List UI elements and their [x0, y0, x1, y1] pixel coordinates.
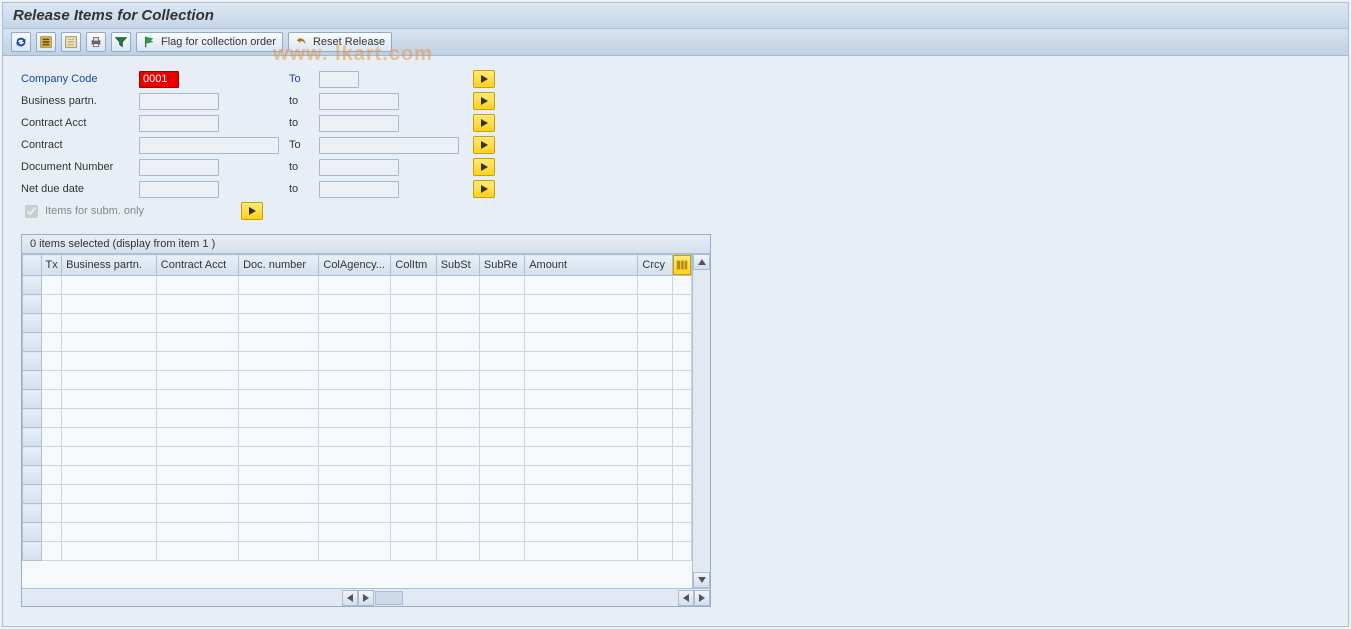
sel-low-input-1[interactable] [139, 93, 219, 110]
grid-col-7[interactable]: SubSt [436, 255, 479, 276]
sel-label-5: Net due date [21, 183, 139, 195]
table-row[interactable] [23, 390, 692, 409]
grid-col-3[interactable]: Contract Acct [156, 255, 238, 276]
grid-col-8[interactable]: SubRe [479, 255, 524, 276]
sel-to-label-4: to [289, 161, 319, 173]
deselect-all-icon[interactable] [61, 32, 81, 52]
table-row[interactable] [23, 428, 692, 447]
table-row[interactable] [23, 371, 692, 390]
items-subm-only-opt-button[interactable] [241, 202, 263, 220]
select-all-icon[interactable] [36, 32, 56, 52]
table-row[interactable] [23, 523, 692, 542]
sel-high-input-1[interactable] [319, 93, 399, 110]
multiple-selection-button-2[interactable] [473, 114, 495, 132]
scroll-right2-icon[interactable] [694, 590, 710, 606]
flag-icon [143, 35, 157, 49]
table-row[interactable] [23, 352, 692, 371]
multiple-selection-button-4[interactable] [473, 158, 495, 176]
grid-col-6[interactable]: ColItm [391, 255, 436, 276]
grid-table[interactable]: TxBusiness partn.Contract AcctDoc. numbe… [22, 254, 692, 561]
grid-caption: 0 items selected (display from item 1 ) [22, 235, 710, 254]
table-row[interactable] [23, 485, 692, 504]
table-row[interactable] [23, 295, 692, 314]
sel-low-input-2[interactable] [139, 115, 219, 132]
sel-high-input-5[interactable] [319, 181, 399, 198]
scroll-up-icon[interactable] [693, 254, 710, 270]
grid-col-9[interactable]: Amount [525, 255, 638, 276]
items-grid: 0 items selected (display from item 1 ) … [21, 234, 711, 607]
toolbar: Flag for collection order Reset Release [3, 29, 1348, 56]
sel-to-label-2: to [289, 117, 319, 129]
filter-icon[interactable] [111, 32, 131, 52]
table-row[interactable] [23, 504, 692, 523]
table-row[interactable] [23, 409, 692, 428]
table-row[interactable] [23, 542, 692, 561]
multiple-selection-button-3[interactable] [473, 136, 495, 154]
sel-to-label-5: to [289, 183, 319, 195]
scroll-left2-icon[interactable] [678, 590, 694, 606]
sel-low-input-4[interactable] [139, 159, 219, 176]
horizontal-scrollbar[interactable] [22, 588, 710, 606]
sel-to-label-1: to [289, 95, 319, 107]
selection-block: Company Code To Business partn. to Contract … [3, 56, 1348, 228]
flag-collection-label: Flag for collection order [161, 36, 276, 48]
sel-label-0: Company Code [21, 73, 139, 85]
sel-high-input-3[interactable] [319, 137, 459, 154]
grid-col-5[interactable]: ColAgency... [319, 255, 391, 276]
grid-config-icon[interactable] [673, 255, 691, 275]
sel-label-4: Document Number [21, 161, 139, 173]
sel-label-2: Contract Acct [21, 117, 139, 129]
undo-icon [295, 35, 309, 49]
vertical-scrollbar[interactable] [692, 254, 710, 588]
sel-label-1: Business partn. [21, 95, 139, 107]
print-icon[interactable] [86, 32, 106, 52]
multiple-selection-button-0[interactable] [473, 70, 495, 88]
reset-release-label: Reset Release [313, 36, 385, 48]
grid-col-10[interactable]: Crcy [638, 255, 673, 276]
table-row[interactable] [23, 276, 692, 295]
sel-high-input-2[interactable] [319, 115, 399, 132]
table-row[interactable] [23, 333, 692, 352]
items-subm-only-checkbox[interactable] [25, 205, 38, 218]
multiple-selection-button-5[interactable] [473, 180, 495, 198]
sel-low-input-3[interactable] [139, 137, 279, 154]
grid-col-4[interactable]: Doc. number [239, 255, 319, 276]
sel-high-input-0[interactable] [319, 71, 359, 88]
scroll-left-icon[interactable] [342, 590, 358, 606]
scroll-down-icon[interactable] [693, 572, 710, 588]
sel-to-label-3: To [289, 139, 319, 151]
sel-low-input-0[interactable] [139, 71, 179, 88]
grid-col-0[interactable] [23, 255, 42, 276]
sel-to-label-0: To [289, 73, 319, 85]
grid-col-2[interactable]: Business partn. [62, 255, 157, 276]
refresh-icon[interactable] [11, 32, 31, 52]
table-row[interactable] [23, 447, 692, 466]
sel-low-input-5[interactable] [139, 181, 219, 198]
sel-high-input-4[interactable] [319, 159, 399, 176]
items-subm-only-label: Items for subm. only [45, 205, 144, 217]
page-title: Release Items for Collection [3, 3, 1348, 29]
scroll-right-icon[interactable] [358, 590, 374, 606]
flag-collection-button[interactable]: Flag for collection order [136, 32, 283, 52]
table-row[interactable] [23, 466, 692, 485]
table-row[interactable] [23, 314, 692, 333]
grid-col-1[interactable]: Tx [41, 255, 62, 276]
multiple-selection-button-1[interactable] [473, 92, 495, 110]
reset-release-button[interactable]: Reset Release [288, 32, 392, 52]
sel-label-3: Contract [21, 139, 139, 151]
